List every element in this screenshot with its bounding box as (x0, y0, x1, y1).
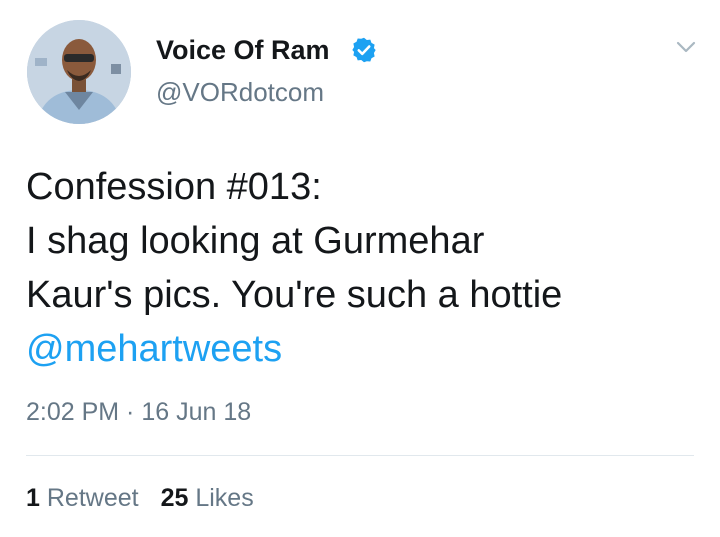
tweet-text-line: Kaur's pics. You're such a hottie (26, 274, 563, 316)
user-display-name[interactable]: Voice Of Ram (156, 34, 330, 66)
divider (26, 455, 694, 456)
retweets-label: Retweet (46, 484, 139, 512)
retweets-count: 1 (26, 484, 40, 512)
likes-stat[interactable]: 25 Likes (161, 484, 254, 512)
tweet-date: 16 Jun 18 (141, 398, 252, 426)
retweets-stat[interactable]: 1 Retweet (26, 484, 139, 512)
likes-count: 25 (160, 484, 189, 512)
timestamp-separator: · (119, 398, 142, 426)
tweet-time: 2:02 PM (26, 398, 120, 426)
tweet-timestamp[interactable]: 2:02 PM · 16 Jun 18 (26, 396, 251, 428)
verified-badge-icon (352, 37, 376, 63)
avatar[interactable] (27, 20, 131, 124)
avatar-photo (27, 20, 131, 124)
chevron-down-icon[interactable] (675, 36, 697, 58)
likes-label: Likes (195, 484, 254, 512)
tweet-stats: 1 Retweet 25 Likes (26, 482, 254, 514)
mention-link[interactable]: @mehartweets (26, 322, 696, 376)
tweet-text-line: I shag looking at Gurmehar (26, 220, 485, 262)
user-handle[interactable]: @VORdotcom (156, 76, 324, 108)
tweet-text: Confession #013: I shag looking at Gurme… (26, 160, 696, 376)
tweet-text-line: Confession #013: (26, 166, 322, 208)
